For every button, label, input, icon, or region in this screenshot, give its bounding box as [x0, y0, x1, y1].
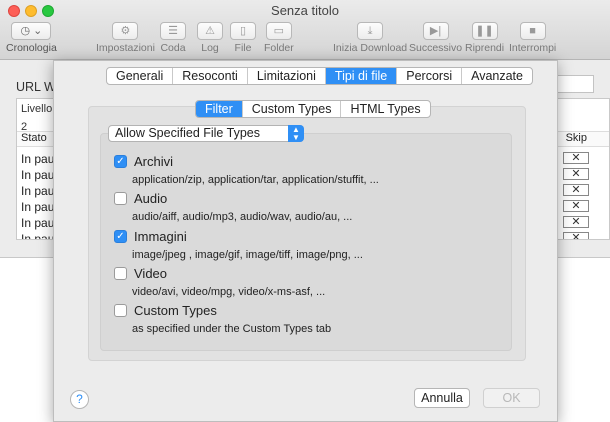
skip-checkbox[interactable]: ✕	[563, 216, 589, 228]
preferences-sheet: Generali Resoconti Limitazioni Tipi di f…	[53, 60, 558, 422]
updown-arrows-icon: ▲ ▼	[288, 125, 304, 142]
interrompi-button[interactable]: ■ Interrompi	[509, 22, 556, 54]
riprendi-button[interactable]: ❚❚ Riprendi	[465, 22, 504, 54]
tab-resoconti[interactable]: Resoconti	[173, 68, 248, 84]
impostazioni-button[interactable]: ⚙ Impostazioni	[96, 22, 155, 54]
ok-button[interactable]: OK	[483, 388, 540, 408]
immagini-label[interactable]: Immagini	[134, 229, 187, 244]
cronologia-button[interactable]: ◷ ⌄ Cronologia	[6, 22, 57, 54]
pause-icon: ❚❚	[471, 22, 498, 40]
filter-mode-value: Allow Specified File Types	[115, 126, 260, 140]
log-button[interactable]: ⚠ Log	[197, 22, 223, 54]
video-label[interactable]: Video	[134, 266, 167, 281]
annulla-button[interactable]: Annulla	[414, 388, 470, 408]
cronologia-label: Cronologia	[6, 42, 57, 54]
skip-forward-icon: ▶|	[422, 22, 449, 40]
subtab-bar: Filter Custom Types HTML Types	[195, 100, 431, 118]
inizia-download-button[interactable]: ⤓ Inizia Download	[333, 22, 407, 54]
livello-label: Livello	[21, 103, 53, 115]
video-description: video/avi, video/mpg, video/x-ms-asf, ..…	[132, 286, 326, 298]
folder-icon: ▭	[265, 22, 292, 40]
riprendi-label: Riprendi	[465, 42, 505, 54]
tab-tipi-di-file[interactable]: Tipi di file	[325, 68, 398, 84]
immagini-checkbox[interactable]: ✓	[114, 230, 127, 243]
subtab-html-types[interactable]: HTML Types	[341, 101, 429, 117]
custom-types-checkbox[interactable]	[114, 304, 127, 317]
stop-icon: ■	[519, 22, 546, 40]
titlebar: Senza titolo ◷ ⌄ Cronologia ⚙ Impostazio…	[0, 0, 610, 60]
coda-label: Coda	[160, 42, 186, 54]
file-label: File	[234, 42, 252, 54]
filter-mode-select[interactable]: Allow Specified File Types ▲ ▼	[108, 125, 304, 142]
tab-limitazioni[interactable]: Limitazioni	[248, 68, 326, 84]
download-icon: ⤓	[357, 22, 384, 40]
column-header-stato[interactable]: Stato	[21, 132, 47, 144]
skip-checkbox[interactable]: ✕	[563, 168, 589, 180]
audio-description: audio/aiff, audio/mp3, audio/wav, audio/…	[132, 211, 353, 223]
skip-checkbox[interactable]: ✕	[563, 184, 589, 196]
gear-icon: ⚙	[112, 22, 139, 40]
main-tab-bar: Generali Resoconti Limitazioni Tipi di f…	[106, 67, 533, 85]
video-checkbox[interactable]	[114, 267, 127, 280]
audio-checkbox[interactable]	[114, 192, 127, 205]
successivo-label: Successivo	[409, 42, 463, 54]
clock-icon: ◷ ⌄	[11, 22, 52, 40]
window-title: Senza titolo	[271, 3, 339, 18]
tab-percorsi[interactable]: Percorsi	[397, 68, 463, 84]
impostazioni-label: Impostazioni	[96, 42, 155, 54]
document-icon: ▯	[230, 22, 256, 40]
tab-avanzate[interactable]: Avanzate	[462, 68, 532, 84]
tab-generali[interactable]: Generali	[107, 68, 174, 84]
audio-label[interactable]: Audio	[134, 191, 167, 206]
log-label: Log	[201, 42, 219, 54]
custom-types-description: as specified under the Custom Types tab	[132, 323, 332, 335]
interrompi-label: Interrompi	[509, 42, 557, 54]
warning-icon: ⚠	[197, 22, 223, 40]
immagini-description: image/jpeg , image/gif, image/tiff, imag…	[132, 249, 363, 261]
folder-label: Folder	[264, 42, 294, 54]
column-header-skip[interactable]: Skip	[566, 132, 587, 144]
subtab-custom-types[interactable]: Custom Types	[243, 101, 342, 117]
custom-types-label[interactable]: Custom Types	[134, 303, 217, 318]
inizia-download-label: Inizia Download	[333, 42, 408, 54]
successivo-button[interactable]: ▶| Successivo	[409, 22, 462, 54]
skip-checkbox[interactable]: ✕	[563, 232, 589, 239]
subtab-filter[interactable]: Filter	[196, 101, 243, 117]
archivi-description: application/zip, application/tar, applic…	[132, 174, 379, 186]
archivi-label[interactable]: Archivi	[134, 154, 173, 169]
file-button[interactable]: ▯ File	[230, 22, 256, 54]
help-button[interactable]: ?	[70, 390, 89, 409]
skip-checkbox[interactable]: ✕	[563, 200, 589, 212]
list-icon: ☰	[160, 22, 186, 40]
skip-checkbox[interactable]: ✕	[563, 152, 589, 164]
folder-button[interactable]: ▭ Folder	[264, 22, 294, 54]
coda-button[interactable]: ☰ Coda	[160, 22, 186, 54]
archivi-checkbox[interactable]: ✓	[114, 155, 127, 168]
